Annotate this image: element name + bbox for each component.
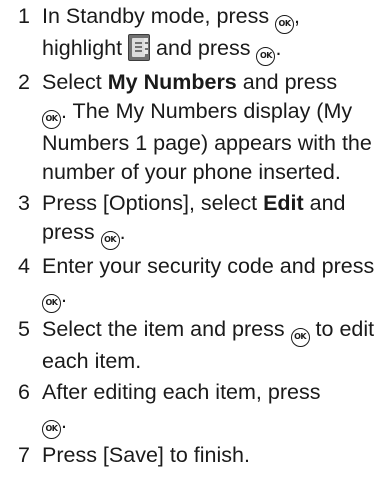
ok-key-icon: OK (42, 294, 61, 313)
step-text-part: Press [Options], select (42, 191, 264, 215)
step-number: 5 (18, 317, 30, 341)
phonebook-icon (128, 34, 151, 61)
step-number: 4 (18, 254, 30, 278)
ok-key-icon: OK (42, 110, 61, 129)
step-text-part: Enter your security code and press (42, 254, 375, 278)
step-5: 5 Select the item and press OK to edit e… (0, 315, 383, 376)
ok-key-icon: OK (100, 231, 120, 250)
step-4: 4 Enter your security code and press OK. (0, 252, 383, 313)
step-text-part: . (61, 409, 67, 433)
step-text-part: . (119, 220, 126, 244)
step-text: After editing each item, press OK. (42, 378, 383, 439)
ok-key-icon: OK (290, 328, 310, 347)
step-number: 1 (18, 4, 30, 28)
step-text: Enter your security code and press OK. (42, 252, 383, 313)
step-1: 1 In Standby mode, press OK, highlight an… (0, 2, 383, 66)
step-text: Press [Options], select Edit and press O… (42, 189, 383, 250)
step-7: 7 Press [Save] to finish. (0, 441, 383, 470)
step-text-part: In Standby mode, press (42, 4, 276, 28)
step-number: 2 (18, 70, 30, 94)
instruction-steps: 1 In Standby mode, press OK, highlight an… (0, 2, 383, 472)
step-number: 6 (18, 380, 30, 404)
step-text-part: highlight (42, 36, 129, 60)
step-text-part: and press (150, 36, 257, 60)
ok-key-icon: OK (42, 420, 61, 439)
ok-key-icon: OK (275, 15, 295, 34)
ok-key-icon: OK (256, 47, 276, 66)
step-text-part: , (294, 4, 301, 28)
step-text-part: Select the item and press (42, 317, 291, 341)
step-number: 3 (18, 191, 30, 215)
step-text: Select My Numbers and press OK. The My Nu… (42, 68, 383, 187)
step-text-part: . The My Numbers display (My Numbers 1 p… (42, 99, 372, 184)
step-3: 3 Press [Options], select Edit and press… (0, 189, 383, 250)
step-2: 2 Select My Numbers and press OK. The My … (0, 68, 383, 187)
step-text-part: . (61, 283, 67, 307)
step-text: Select the item and press OK to edit eac… (42, 315, 383, 376)
menu-item-edit: Edit (263, 191, 304, 215)
step-text-part: After editing each item, press (42, 380, 321, 404)
menu-item-my-numbers: My Numbers (107, 70, 237, 94)
step-text: Press [Save] to finish. (42, 443, 250, 467)
step-text-part: Select (42, 70, 108, 94)
step-text-part: . (275, 36, 282, 60)
step-6: 6 After editing each item, press OK. (0, 378, 383, 439)
step-number: 7 (18, 443, 30, 467)
step-text: In Standby mode, press OK, highlight and … (42, 2, 383, 66)
step-text-part: and press (236, 70, 338, 94)
